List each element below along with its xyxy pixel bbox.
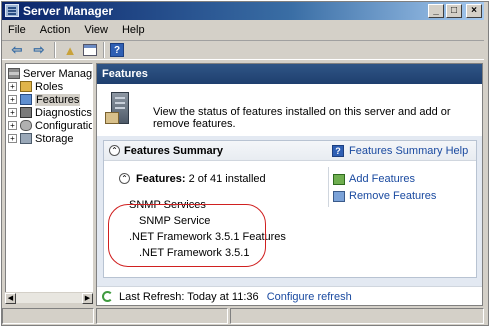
- menu-action[interactable]: Action: [40, 24, 71, 36]
- toolbar-separator: [103, 42, 104, 58]
- page-title: Features: [97, 64, 482, 84]
- content-area: ⌃ Features Summary ? Features Summary He…: [97, 136, 482, 286]
- scroll-right-icon[interactable]: ▶: [82, 293, 93, 304]
- refresh-footer: Last Refresh: Today at 11:36 Configure r…: [97, 286, 482, 305]
- tree-item-storage[interactable]: + Storage: [8, 132, 74, 145]
- remove-features-icon: [333, 190, 345, 202]
- diagnostics-icon: [20, 107, 32, 118]
- menu-bar: File Action View Help: [2, 21, 484, 39]
- scroll-left-icon[interactable]: ◀: [5, 293, 16, 304]
- features-server-icon: [105, 92, 137, 128]
- intro-text: View the status of features installed on…: [153, 106, 451, 130]
- feature-item-net-framework-features: .NET Framework 3.5.1 Features: [129, 231, 286, 243]
- tree-item-server-manager[interactable]: Server Manager (: [8, 67, 93, 80]
- server-icon: [8, 68, 20, 79]
- menu-view[interactable]: View: [84, 24, 108, 36]
- back-arrow-icon[interactable]: ⇦: [8, 42, 26, 58]
- tree-item-label: Server Manager (: [23, 67, 93, 80]
- features-summary-help-link[interactable]: Features Summary Help: [349, 145, 468, 157]
- tree-item-diagnostics[interactable]: + Diagnostics: [8, 106, 92, 119]
- expand-icon[interactable]: +: [8, 121, 17, 130]
- maximize-button[interactable]: □: [446, 4, 462, 18]
- features-count-line: Features: 2 of 41 installed: [136, 173, 266, 185]
- window-title: Server Manager: [23, 4, 114, 18]
- minimize-button[interactable]: _: [428, 4, 444, 18]
- forward-arrow-icon[interactable]: ⇨: [30, 42, 48, 58]
- toolbar: ⇦ ⇨ ▲ ?: [2, 40, 484, 60]
- status-cell: [96, 308, 228, 324]
- expand-icon[interactable]: +: [8, 108, 17, 117]
- window-controls: _ □ ×: [428, 4, 482, 18]
- intro-section: View the status of features installed on…: [97, 84, 482, 136]
- status-cell: [230, 308, 484, 324]
- server-manager-app-icon: [5, 4, 19, 17]
- tree-item-roles[interactable]: + Roles: [8, 80, 63, 93]
- add-features-icon: [333, 173, 345, 185]
- details-pane: Features View the status of features ins…: [96, 63, 483, 306]
- feature-item-snmp-service: SNMP Service: [139, 215, 211, 227]
- configure-refresh-link[interactable]: Configure refresh: [267, 291, 352, 303]
- summary-title: Features Summary: [124, 145, 224, 157]
- tree-item-label: Features: [35, 93, 81, 106]
- refresh-icon[interactable]: [102, 291, 113, 302]
- title-bar[interactable]: Server Manager _ □ ×: [2, 2, 484, 20]
- storage-icon: [20, 133, 32, 144]
- feature-item-snmp-services: SNMP Services: [129, 199, 206, 211]
- collapse-icon[interactable]: ⌃: [109, 145, 120, 156]
- show-hide-console-tree-icon[interactable]: [83, 44, 97, 56]
- menu-file[interactable]: File: [8, 24, 26, 36]
- menu-help[interactable]: Help: [122, 24, 145, 36]
- tree-item-configuration[interactable]: + Configuration: [8, 119, 92, 132]
- tree-item-label: Roles: [35, 80, 64, 93]
- help-icon: ?: [332, 145, 344, 157]
- task-label: Add Features: [349, 173, 416, 185]
- refresh-text: Last Refresh: Today at 11:36 Configure r…: [119, 291, 352, 303]
- tree-item-features[interactable]: + Features: [8, 93, 81, 106]
- task-label: Remove Features: [349, 190, 437, 202]
- tree-horizontal-scrollbar[interactable]: ◀ ▶: [5, 292, 93, 304]
- status-bar: [2, 308, 484, 324]
- remove-features-link[interactable]: Remove Features: [333, 190, 436, 202]
- tree-item-label: Diagnostics: [35, 106, 92, 119]
- expand-icon[interactable]: +: [8, 134, 17, 143]
- features-summary-panel: ⌃ Features Summary ? Features Summary He…: [103, 140, 477, 278]
- tree-item-label: Configuration: [35, 119, 92, 132]
- collapse-icon[interactable]: ⌃: [119, 173, 130, 184]
- features-label: Features:: [136, 173, 186, 185]
- up-folder-icon[interactable]: ▲: [61, 42, 79, 58]
- close-button[interactable]: ×: [466, 4, 482, 18]
- features-icon: [20, 94, 32, 105]
- expand-icon[interactable]: +: [8, 82, 17, 91]
- add-features-link[interactable]: Add Features: [333, 173, 415, 185]
- console-tree: Server Manager ( + Roles + Features + Di…: [5, 63, 93, 303]
- feature-item-net-framework: .NET Framework 3.5.1: [139, 247, 250, 259]
- status-cell: [2, 308, 94, 324]
- last-refresh-label: Last Refresh: Today at 11:36: [119, 291, 259, 303]
- expand-icon[interactable]: +: [8, 95, 17, 104]
- toolbar-separator: [54, 42, 55, 58]
- help-icon[interactable]: ?: [110, 43, 124, 57]
- roles-icon: [20, 81, 32, 92]
- task-links: Add Features Remove Features: [328, 167, 468, 207]
- configuration-icon: [20, 120, 32, 131]
- features-count: 2 of 41 installed: [188, 173, 266, 185]
- tree-item-label: Storage: [35, 132, 74, 145]
- summary-header: ⌃ Features Summary ? Features Summary He…: [104, 141, 476, 161]
